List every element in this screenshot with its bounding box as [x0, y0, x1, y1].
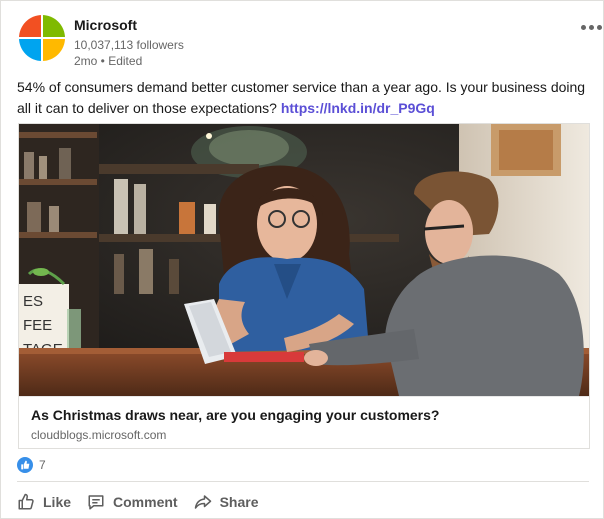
thumbs-up-icon	[18, 493, 34, 510]
post-meta: 2mo • Edited	[74, 54, 142, 68]
post-link[interactable]: https://lnkd.in/dr_P9Gq	[281, 100, 435, 116]
share-button[interactable]: Share	[194, 487, 259, 517]
photo-two-people-with-tablet: ES FEE TAGE	[19, 124, 589, 396]
comment-label: Comment	[113, 494, 178, 510]
comment-button[interactable]: Comment	[87, 487, 178, 517]
article-preview[interactable]: ES FEE TAGE	[18, 123, 590, 449]
article-title[interactable]: As Christmas draws near, are you engagin…	[31, 407, 439, 423]
sign-text-line-2: FEE	[23, 317, 52, 334]
like-button[interactable]: Like	[17, 487, 71, 517]
post-body: 54% of consumers demand better customer …	[17, 77, 589, 119]
comment-icon	[88, 495, 104, 510]
follower-count: 10,037,113 followers	[74, 38, 184, 52]
sign-text-line-1: ES	[23, 293, 43, 310]
post-actions: Like Comment Share	[17, 487, 275, 517]
reactions-summary[interactable]: 7	[17, 456, 46, 474]
share-arrow-icon	[194, 495, 211, 509]
author-name[interactable]: Microsoft	[74, 17, 137, 33]
article-domain: cloudblogs.microsoft.com	[31, 428, 167, 442]
actions-divider	[17, 481, 589, 482]
share-label: Share	[219, 494, 259, 510]
more-options-button[interactable]	[577, 19, 604, 35]
post-header: Microsoft 10,037,113 followers 2mo • Edi…	[17, 13, 602, 69]
reaction-count[interactable]: 7	[39, 458, 46, 472]
microsoft-logo-icon[interactable]	[19, 15, 65, 61]
article-info[interactable]: As Christmas draws near, are you engagin…	[19, 396, 589, 448]
like-reaction-icon	[17, 457, 33, 473]
feed-post-card: Microsoft 10,037,113 followers 2mo • Edi…	[0, 0, 604, 519]
like-label: Like	[43, 494, 72, 510]
more-horizontal-icon	[580, 24, 586, 30]
article-image[interactable]: ES FEE TAGE	[19, 124, 589, 396]
post-time-edited: 2mo • Edited	[74, 54, 143, 68]
